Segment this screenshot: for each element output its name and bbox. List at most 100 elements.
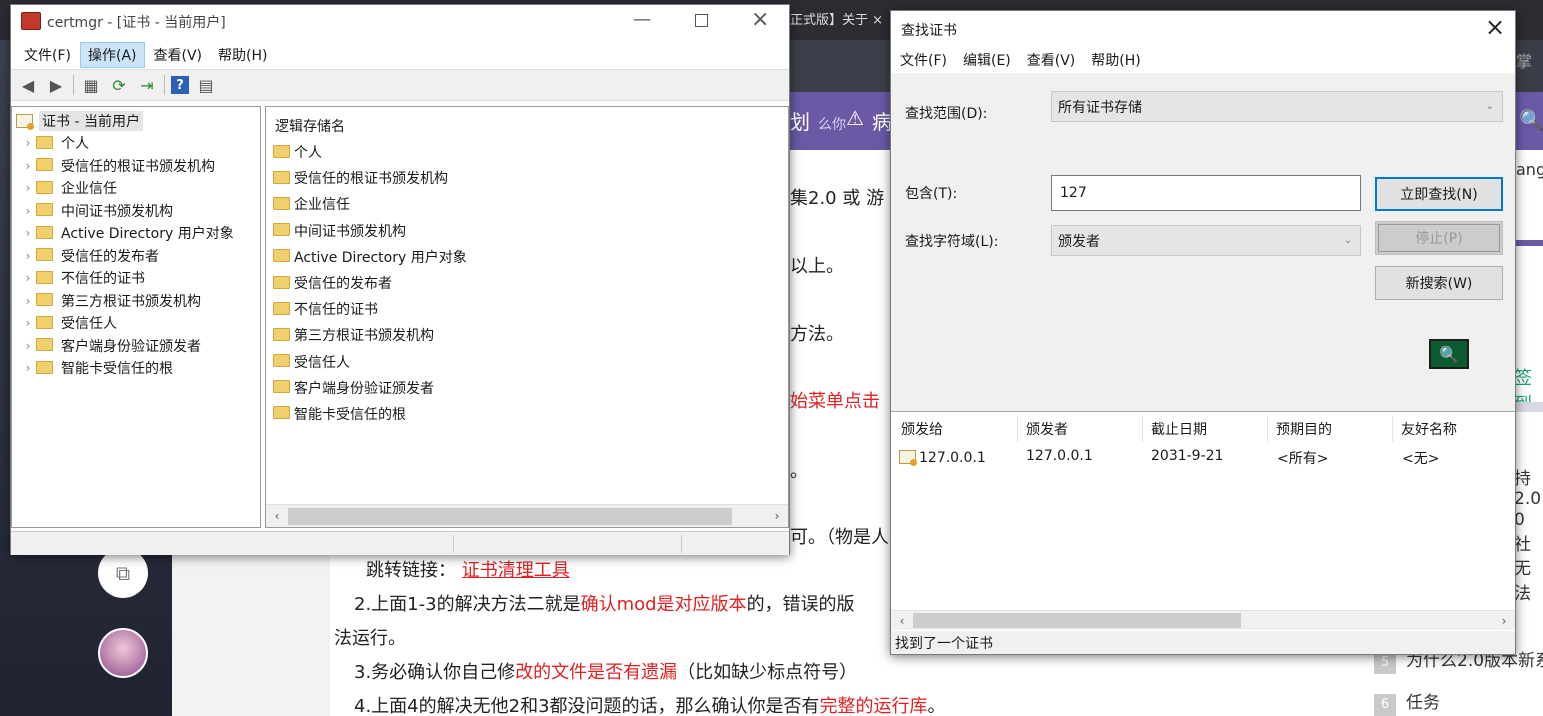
toolbar-separator xyxy=(73,75,74,95)
find-menu-edit[interactable]: 编辑(E) xyxy=(956,48,1018,72)
find-menubar: 文件(F) 编辑(E) 查看(V) 帮助(H) xyxy=(891,47,1515,73)
list-item-label: Active Directory 用户对象 xyxy=(294,249,467,266)
find-menu-view[interactable]: 查看(V) xyxy=(1020,48,1083,72)
col-issuer[interactable]: 颁发者 xyxy=(1026,419,1068,439)
list-item[interactable]: 受信任的根证书颁发机构 xyxy=(273,165,773,191)
forward-icon[interactable]: ▶ xyxy=(45,74,67,96)
back-icon[interactable]: ◀ xyxy=(17,74,39,96)
refresh-icon[interactable]: ⟳ xyxy=(108,74,130,96)
col-divider xyxy=(1142,416,1143,442)
cert-cleaner-link[interactable]: 证书清理工具 xyxy=(462,560,570,581)
scroll-right-icon[interactable]: › xyxy=(766,509,788,523)
table-row[interactable]: 127.0.0.1 127.0.0.1 2031-9-21 <所有> <无> xyxy=(891,446,1515,470)
tree-item[interactable]: › 智能卡受信任的根 xyxy=(20,357,260,380)
chevron-right-icon[interactable]: › xyxy=(20,294,36,308)
find-title: 查找证书 xyxy=(901,23,957,39)
chevron-right-icon[interactable]: › xyxy=(20,136,36,150)
list-item[interactable]: 智能卡受信任的根 xyxy=(273,401,773,427)
list-item[interactable]: 客户端身份验证颁发者 xyxy=(273,375,773,401)
list-item[interactable]: 企业信任 xyxy=(273,191,773,217)
chevron-right-icon[interactable]: › xyxy=(20,181,36,195)
find-status-text: 找到了一个证书 xyxy=(895,636,993,652)
chevron-right-icon[interactable]: › xyxy=(20,271,36,285)
tree-item[interactable]: › 受信任的根证书颁发机构 xyxy=(20,155,260,178)
scope-select[interactable]: 所有证书存储 ⌄ xyxy=(1051,91,1503,122)
tree-root[interactable]: 证书 - 当前用户 xyxy=(16,110,143,132)
search-icon[interactable]: 🔍 xyxy=(1519,108,1543,132)
list-item[interactable]: 受信任人 xyxy=(273,349,773,375)
tab-close-icon[interactable]: × xyxy=(872,13,883,28)
tree-item[interactable]: › 客户端身份验证颁发者 xyxy=(20,335,260,358)
col-divider xyxy=(1017,416,1018,442)
maximize-icon[interactable] xyxy=(695,14,708,27)
chevron-right-icon[interactable]: › xyxy=(20,361,36,375)
list-hscrollbar[interactable]: ‹ › xyxy=(266,504,788,527)
share-icon[interactable]: ⧉ xyxy=(98,548,148,598)
chevron-right-icon[interactable]: › xyxy=(20,226,36,240)
chevron-right-icon[interactable]: › xyxy=(20,339,36,353)
new-search-button[interactable]: 新搜索(W) xyxy=(1375,266,1503,300)
find-close-icon[interactable]: × xyxy=(1485,13,1505,41)
scroll-thumb[interactable] xyxy=(913,613,1241,628)
close-icon[interactable]: × xyxy=(751,7,769,32)
tree-item[interactable]: › Active Directory 用户对象 xyxy=(20,222,260,245)
article-line: 始菜单点击 xyxy=(790,391,880,412)
store-list-pane: 逻辑存储名 个人 受信任的根证书颁发机构 企业信任 中间证书颁发机构 Active Di… xyxy=(265,106,789,528)
certificate-icon xyxy=(899,450,917,466)
tree-item-label: 受信任人 xyxy=(61,316,117,333)
browser-tab[interactable]: 正式版】关于 × xyxy=(790,8,900,34)
chevron-right-icon[interactable]: › xyxy=(20,249,36,263)
list-item-label: 客户端身份验证颁发者 xyxy=(294,380,434,397)
help-icon[interactable]: ? xyxy=(171,76,189,94)
minimize-icon[interactable]: — xyxy=(633,9,651,30)
chevron-right-icon[interactable]: › xyxy=(20,204,36,218)
contains-input[interactable]: 127 xyxy=(1051,175,1361,211)
certmgr-titlebar[interactable]: certmgr - [证书 - 当前用户] — × xyxy=(11,5,789,39)
article-line: 法运行。 xyxy=(334,628,406,649)
col-friendly[interactable]: 友好名称 xyxy=(1401,419,1457,439)
col-issued-to[interactable]: 颁发给 xyxy=(901,419,943,439)
list-item[interactable]: 中间证书颁发机构 xyxy=(273,218,773,244)
list-item[interactable]: 个人 xyxy=(273,139,773,165)
scroll-right-icon[interactable]: › xyxy=(1493,614,1515,628)
tree-item[interactable]: › 受信任的发布者 xyxy=(20,245,260,268)
find-menu-file[interactable]: 文件(F) xyxy=(893,48,954,72)
export-icon[interactable]: ⇥ xyxy=(136,74,158,96)
scroll-left-icon[interactable]: ‹ xyxy=(891,614,913,628)
menu-action[interactable]: 操作(A) xyxy=(79,42,145,68)
col-expires[interactable]: 截止日期 xyxy=(1151,419,1207,439)
scroll-left-icon[interactable]: ‹ xyxy=(266,509,288,523)
find-titlebar[interactable]: 查找证书 × xyxy=(891,11,1515,47)
list-item[interactable]: Active Directory 用户对象 xyxy=(273,244,773,270)
scroll-thumb[interactable] xyxy=(288,507,732,525)
list-item[interactable]: 受信任的发布者 xyxy=(273,270,773,296)
find-menu-help[interactable]: 帮助(H) xyxy=(1084,48,1147,72)
tree-item[interactable]: › 个人 xyxy=(20,132,260,155)
field-select[interactable]: 颁发者 ⌄ xyxy=(1051,225,1361,256)
sidebar-fragment: ang xyxy=(1516,160,1543,179)
tree-item[interactable]: › 企业信任 xyxy=(20,177,260,200)
properties-icon[interactable]: ▤ xyxy=(195,74,217,96)
article-line: 2.上面1-3的解决方法二就是确认mod是对应版本的，错误的版 xyxy=(354,594,855,615)
list-item[interactable]: 第三方根证书颁发机构 xyxy=(273,322,773,348)
find-now-button[interactable]: 立即查找(N) xyxy=(1375,177,1503,211)
avatar[interactable] xyxy=(98,628,148,678)
menu-view[interactable]: 查看(V) xyxy=(147,43,210,67)
console-tree-icon[interactable]: ▦ xyxy=(80,74,102,96)
tree-item[interactable]: › 受信任人 xyxy=(20,312,260,335)
list-item[interactable]: 不信任的证书 xyxy=(273,296,773,322)
folder-icon xyxy=(273,249,290,263)
sidebar-list-item[interactable]: 6 任务 xyxy=(1374,688,1440,716)
tree-item[interactable]: › 中间证书颁发机构 xyxy=(20,200,260,223)
menu-file[interactable]: 文件(F) xyxy=(17,43,78,67)
chevron-right-icon[interactable]: › xyxy=(20,316,36,330)
chevron-right-icon[interactable]: › xyxy=(20,159,36,173)
menu-help[interactable]: 帮助(H) xyxy=(211,43,274,67)
list-column-header[interactable]: 逻辑存储名 xyxy=(275,116,345,136)
stop-button[interactable]: 停止(P) xyxy=(1375,221,1503,255)
tree-item[interactable]: › 第三方根证书颁发机构 xyxy=(20,290,260,313)
tree-item[interactable]: › 不信任的证书 xyxy=(20,267,260,290)
sidebar-fragment: 无法 xyxy=(1514,559,1531,604)
col-purpose[interactable]: 预期目的 xyxy=(1276,419,1332,439)
results-hscrollbar[interactable]: ‹ › xyxy=(891,610,1515,630)
